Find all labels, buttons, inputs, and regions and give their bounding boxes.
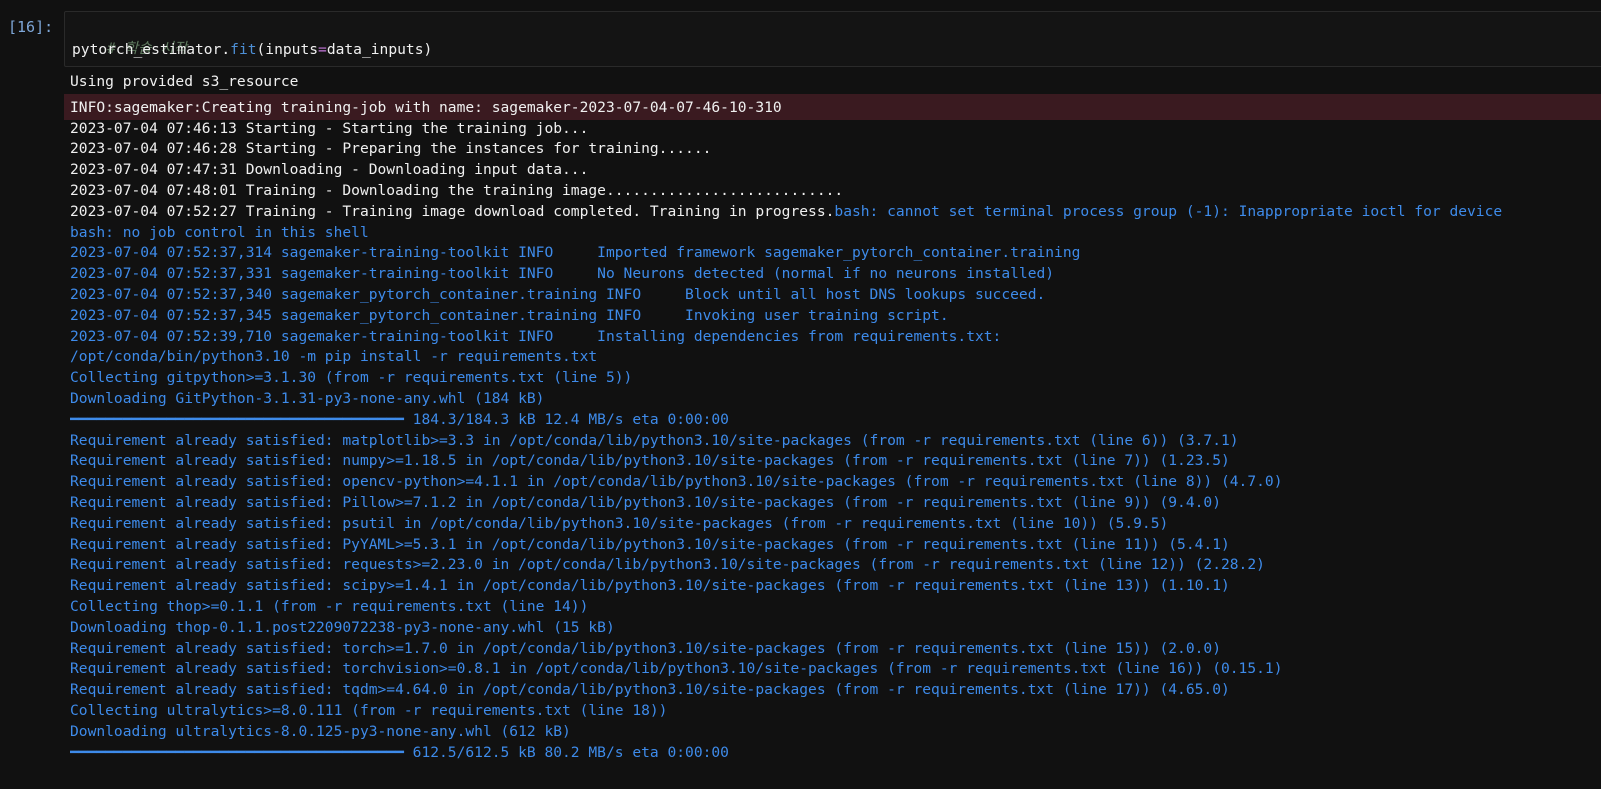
output-text: 2023-07-04 07:48:01 Training - Downloadi… — [70, 181, 844, 199]
output-text: 2023-07-04 07:47:31 Downloading - Downlo… — [70, 161, 589, 179]
output-text: Downloading thop-0.1.1.post2209072238-py… — [70, 618, 615, 636]
code-arg: data_inputs) — [326, 41, 433, 58]
output-text: Downloading ultralytics-8.0.125-py3-none… — [70, 722, 571, 740]
output-line: Requirement already satisfied: numpy>=1.… — [70, 451, 1601, 472]
output-line: Requirement already satisfied: psutil in… — [70, 514, 1601, 535]
output-line: Requirement already satisfied: matplotli… — [70, 431, 1601, 452]
output-line: bash: no job control in this shell — [70, 223, 1601, 244]
output-line: Requirement already satisfied: PyYAML>=5… — [70, 535, 1601, 556]
code-open: (inputs — [256, 41, 319, 58]
output-text: Requirement already satisfied: scipy>=1.… — [70, 577, 1230, 595]
output-text: Requirement already satisfied: requests>… — [70, 556, 1265, 574]
output-text: Collecting thop>=0.1.1 (from -r requirem… — [70, 597, 589, 615]
output-text: 2023-07-04 07:52:37,314 sagemaker-traini… — [70, 244, 1081, 262]
output-line: Requirement already satisfied: requests>… — [70, 555, 1601, 576]
code-input-cell[interactable]: # 학습 시작 pytorch_estimator.fit(inputs=dat… — [64, 11, 1601, 67]
output-line: Collecting ultralytics>=8.0.111 (from -r… — [70, 701, 1601, 722]
output-line: Downloading GitPython-3.1.31-py3-none-an… — [70, 389, 1601, 410]
output-text: Requirement already satisfied: matplotli… — [70, 431, 1239, 449]
code-equals: = — [318, 41, 327, 58]
output-text: bash: no job control in this shell — [70, 223, 369, 241]
output-line: Requirement already satisfied: opencv-py… — [70, 472, 1601, 493]
output-line: 2023-07-04 07:52:37,331 sagemaker-traini… — [70, 264, 1601, 285]
output-text: Requirement already satisfied: Pillow>=7… — [70, 493, 1221, 511]
output-text: 2023-07-04 07:46:28 Starting - Preparing… — [70, 140, 712, 158]
output-text: Downloading GitPython-3.1.31-py3-none-an… — [70, 389, 545, 407]
cell-output: Using provided s3_resource INFO:sagemaker… — [70, 72, 1601, 763]
stderr-line: INFO:sagemaker:Creating training-job wit… — [70, 98, 1601, 119]
output-line: 2023-07-04 07:52:37,345 sagemaker_pytorc… — [70, 306, 1601, 327]
output-line: Requirement already satisfied: torch>=1.… — [70, 639, 1601, 660]
output-line: Requirement already satisfied: Pillow>=7… — [70, 493, 1601, 514]
output-text: Requirement already satisfied: numpy>=1.… — [70, 452, 1230, 470]
output-text: /opt/conda/bin/python3.10 -m pip install… — [70, 348, 598, 366]
output-line: Requirement already satisfied: tqdm>=4.6… — [70, 680, 1601, 701]
output-text: Requirement already satisfied: torch>=1.… — [70, 639, 1221, 657]
output-line: Collecting thop>=0.1.1 (from -r requirem… — [70, 597, 1601, 618]
output-text: INFO:sagemaker:Creating training-job wit… — [70, 98, 782, 116]
output-text: 2023-07-04 07:52:37,340 sagemaker_pytorc… — [70, 285, 1046, 303]
output-line: Downloading thop-0.1.1.post2209072238-py… — [70, 618, 1601, 639]
output-line: 2023-07-04 07:48:01 Training - Downloadi… — [70, 181, 1601, 202]
output-text: 2023-07-04 07:52:27 Training - Training … — [70, 202, 835, 220]
output-line: 2023-07-04 07:47:31 Downloading - Downlo… — [70, 160, 1601, 181]
output-text: Requirement already satisfied: PyYAML>=5… — [70, 535, 1230, 553]
output-line: Collecting gitpython>=3.1.30 (from -r re… — [70, 368, 1601, 389]
code-line-fit: pytorch_estimator.fit(inputs=data_inputs… — [72, 39, 432, 60]
output-text: Requirement already satisfied: tqdm>=4.6… — [70, 681, 1230, 699]
output-line: ━━━━━━━━━━━━━━━━━━━━━━━━━━━━━━━━━━━━━━ 6… — [70, 743, 1601, 764]
output-text: 2023-07-04 07:52:37,331 sagemaker-traini… — [70, 265, 1055, 283]
output-text: Collecting ultralytics>=8.0.111 (from -r… — [70, 701, 668, 719]
output-text: ━━━━━━━━━━━━━━━━━━━━━━━━━━━━━━━━━━━━━━ 6… — [70, 743, 729, 761]
output-line: Using provided s3_resource — [70, 72, 1601, 93]
output-line: 2023-07-04 07:46:28 Starting - Preparing… — [70, 139, 1601, 160]
output-line: Downloading ultralytics-8.0.125-py3-none… — [70, 722, 1601, 743]
output-line: 2023-07-04 07:52:37,314 sagemaker-traini… — [70, 243, 1601, 264]
code-method: fit — [230, 41, 257, 58]
output-line: Requirement already satisfied: scipy>=1.… — [70, 576, 1601, 597]
output-text: Collecting gitpython>=3.1.30 (from -r re… — [70, 369, 633, 387]
output-text: Requirement already satisfied: torchvisi… — [70, 660, 1283, 678]
output-text: Requirement already satisfied: psutil in… — [70, 514, 1169, 532]
cell-prompt: [16]: — [8, 18, 54, 36]
output-text: ━━━━━━━━━━━━━━━━━━━━━━━━━━━━━━━━━━━━━━ 1… — [70, 410, 729, 428]
code-object: pytorch_estimator. — [72, 41, 231, 58]
output-line: 2023-07-04 07:52:37,340 sagemaker_pytorc… — [70, 285, 1601, 306]
output-text: Using provided s3_resource — [70, 73, 299, 90]
output-line: ━━━━━━━━━━━━━━━━━━━━━━━━━━━━━━━━━━━━━━ 1… — [70, 410, 1601, 431]
output-line: 2023-07-04 07:52:27 Training - Training … — [70, 202, 1601, 223]
output-line: 2023-07-04 07:52:39,710 sagemaker-traini… — [70, 327, 1601, 348]
output-line: 2023-07-04 07:46:13 Starting - Starting … — [70, 119, 1601, 140]
output-text: Requirement already satisfied: opencv-py… — [70, 473, 1283, 491]
output-line: Requirement already satisfied: torchvisi… — [70, 659, 1601, 680]
output-line: /opt/conda/bin/python3.10 -m pip install… — [70, 347, 1601, 368]
output-text: 2023-07-04 07:46:13 Starting - Starting … — [70, 119, 589, 137]
output-text: 2023-07-04 07:52:37,345 sagemaker_pytorc… — [70, 306, 949, 324]
output-text: 2023-07-04 07:52:39,710 sagemaker-traini… — [70, 327, 1002, 345]
output-stderr-tail: bash: cannot set terminal process group … — [834, 202, 1503, 220]
